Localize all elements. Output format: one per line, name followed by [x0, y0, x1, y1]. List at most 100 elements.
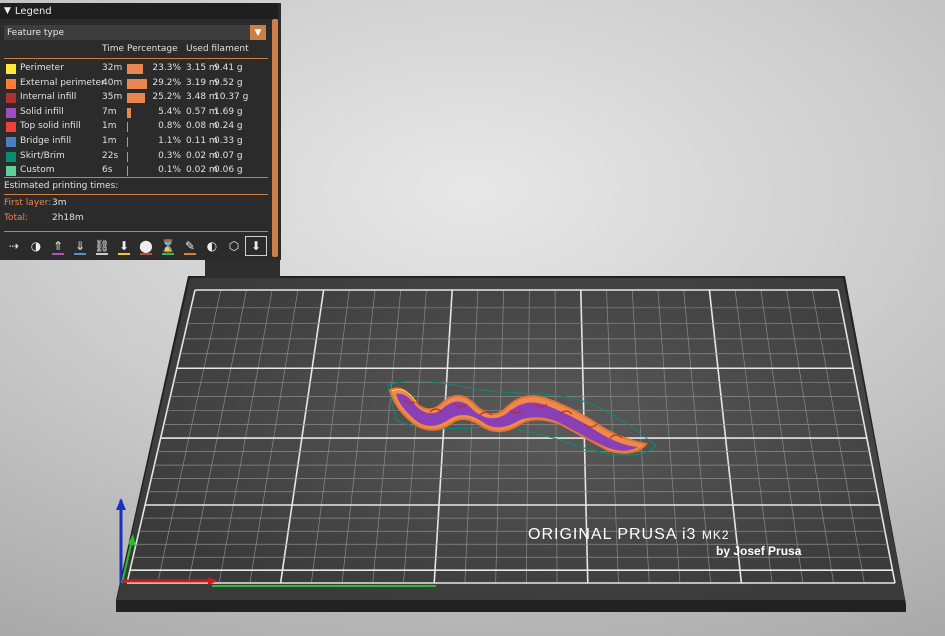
total-label: Total:: [4, 213, 29, 223]
feature-length: 0.11 m: [186, 136, 218, 146]
legend-separator: [4, 194, 268, 195]
seams-icon[interactable]: ⛓: [92, 237, 112, 255]
brand-line1: ORIGINAL PRUSA i3: [528, 526, 697, 543]
feature-time: 1m: [102, 121, 117, 132]
feature-row[interactable]: Solid infill 7m 5.4% 0.57 m 1.69 g: [0, 106, 270, 120]
legend-separator: [4, 177, 268, 178]
z-axis-arrow: [116, 498, 126, 510]
center-of-gravity-icon[interactable]: ◐: [202, 237, 222, 255]
color-swatch: [6, 107, 16, 118]
percentage-bar: [127, 78, 148, 89]
feature-time: 35m: [102, 92, 123, 103]
col-percentage: Percentage: [127, 44, 178, 54]
pause-icon[interactable]: ⌛: [158, 237, 178, 255]
total-time: Total: 2h18m: [4, 213, 84, 223]
color-swatch: [6, 93, 16, 104]
feature-row[interactable]: External perimeter 40m 29.2% 3.19 m 9.52 g: [0, 77, 270, 91]
legend-column-headers: Time Percentage Used filament: [0, 44, 270, 56]
toolbar-color-underline: [52, 253, 64, 255]
feature-name: Bridge infill: [20, 136, 72, 146]
legend-header[interactable]: ▼ Legend: [0, 3, 278, 19]
color-swatch: [6, 137, 16, 147]
feature-row[interactable]: Top solid infill 1m 0.8% 0.08 m 0.24 g: [0, 120, 270, 134]
feature-length: 0.02 m: [186, 150, 218, 161]
percentage-bar: [127, 93, 145, 104]
feature-length: 0.02 m: [186, 165, 218, 176]
shells-icon[interactable]: ⬡: [224, 237, 244, 255]
color-swatch: [6, 64, 16, 74]
percentage-bar: [127, 151, 128, 162]
feature-weight: 1.69 g: [214, 106, 243, 117]
toolbar-color-underline: [140, 253, 152, 255]
col-used-filament: Used filament: [186, 44, 249, 54]
total-value: 2h18m: [52, 213, 84, 223]
feature-weight: 10.37 g: [214, 92, 249, 103]
color-swatch: [6, 78, 16, 89]
travel-icon[interactable]: ⇢: [4, 237, 24, 255]
percentage-bar: [127, 122, 128, 133]
options-toolbar: ⇢ ◑ ⇑ ⇓ ⛓ ⬇ ⬤ ⌛ ✎ ◐ ⬡ ⬇: [4, 236, 268, 256]
percentage-bar: [127, 107, 131, 118]
feature-weight: 9.52 g: [214, 77, 243, 88]
color-swatch: [6, 122, 16, 133]
toolbar-color-underline: [96, 253, 108, 255]
feature-percentage: 5.4%: [158, 106, 181, 117]
collapse-triangle-icon[interactable]: ▼: [4, 6, 11, 16]
toolbar-color-underline: [162, 253, 174, 255]
feature-length: 0.08 m: [186, 121, 218, 132]
col-time: Time: [102, 44, 125, 54]
feature-row[interactable]: Perimeter 32m 23.3% 3.15 m 9.41 g: [0, 62, 270, 76]
first-layer-time: First layer: 3m: [4, 198, 67, 208]
color-changes-icon[interactable]: ⬤: [136, 237, 156, 255]
deretractions-icon[interactable]: ⇓: [70, 237, 90, 255]
legend-separator: [4, 231, 268, 232]
feature-weight: 0.24 g: [214, 121, 243, 132]
toolbar-color-underline: [74, 253, 86, 255]
feature-percentage: 29.2%: [152, 77, 181, 88]
feature-weight: 9.41 g: [214, 63, 243, 73]
feature-name: Custom: [20, 165, 55, 176]
feature-weight: 0.06 g: [214, 165, 243, 176]
feature-row[interactable]: Internal infill 35m 25.2% 3.48 m 10.37 g: [0, 91, 270, 105]
feature-percentage: 0.8%: [158, 121, 181, 132]
bed-brand-text: ORIGINAL PRUSA i3 MK2 by Josef Prusa: [528, 526, 801, 558]
feature-percentage: 0.3%: [158, 150, 181, 161]
dropdown-arrow-icon[interactable]: ▼: [250, 25, 266, 40]
legend-scrollbar[interactable]: [272, 19, 278, 257]
feature-row[interactable]: Skirt/Brim 22s 0.3% 0.02 m 0.07 g: [0, 150, 270, 164]
feature-time: 40m: [102, 77, 123, 88]
feature-name: Skirt/Brim: [20, 150, 65, 161]
feature-percentage: 23.3%: [152, 63, 181, 73]
first-layer-label: First layer:: [4, 198, 52, 208]
feature-weight: 0.07 g: [214, 150, 243, 161]
tool-marker-icon[interactable]: ⬇: [245, 236, 267, 256]
wipe-icon[interactable]: ◑: [26, 237, 46, 255]
feature-length: 3.48 m: [186, 92, 218, 103]
bed-tab: [205, 258, 280, 278]
percentage-bar: [127, 137, 128, 147]
feature-row[interactable]: Bridge infill 1m 1.1% 0.11 m 0.33 g: [0, 135, 270, 149]
legend-separator: [4, 58, 268, 59]
toolbar-color-underline: [118, 253, 130, 255]
feature-weight: 0.33 g: [214, 136, 243, 146]
color-swatch: [6, 166, 16, 177]
percentage-bar: [127, 166, 128, 177]
retractions-icon[interactable]: ⇑: [48, 237, 68, 255]
feature-name: Solid infill: [20, 106, 64, 117]
feature-percentage: 1.1%: [158, 136, 181, 146]
feature-name: Perimeter: [20, 63, 64, 73]
view-type-select[interactable]: Feature type ▼: [4, 25, 266, 40]
feature-time: 6s: [102, 165, 113, 176]
custom-gcode-icon[interactable]: ✎: [180, 237, 200, 255]
estimated-times-title: Estimated printing times:: [4, 181, 119, 191]
brand-line2: by Josef Prusa: [716, 544, 802, 558]
toolbar-color-underline: [184, 253, 196, 255]
view-type-value: Feature type: [7, 27, 64, 38]
feature-length: 3.19 m: [186, 77, 218, 88]
feature-name: Internal infill: [20, 92, 77, 103]
feature-time: 22s: [102, 150, 119, 161]
feature-name: Top solid infill: [20, 121, 81, 132]
feature-time: 32m: [102, 63, 123, 73]
feature-time: 7m: [102, 106, 117, 117]
tool-changes-icon[interactable]: ⬇: [114, 237, 134, 255]
